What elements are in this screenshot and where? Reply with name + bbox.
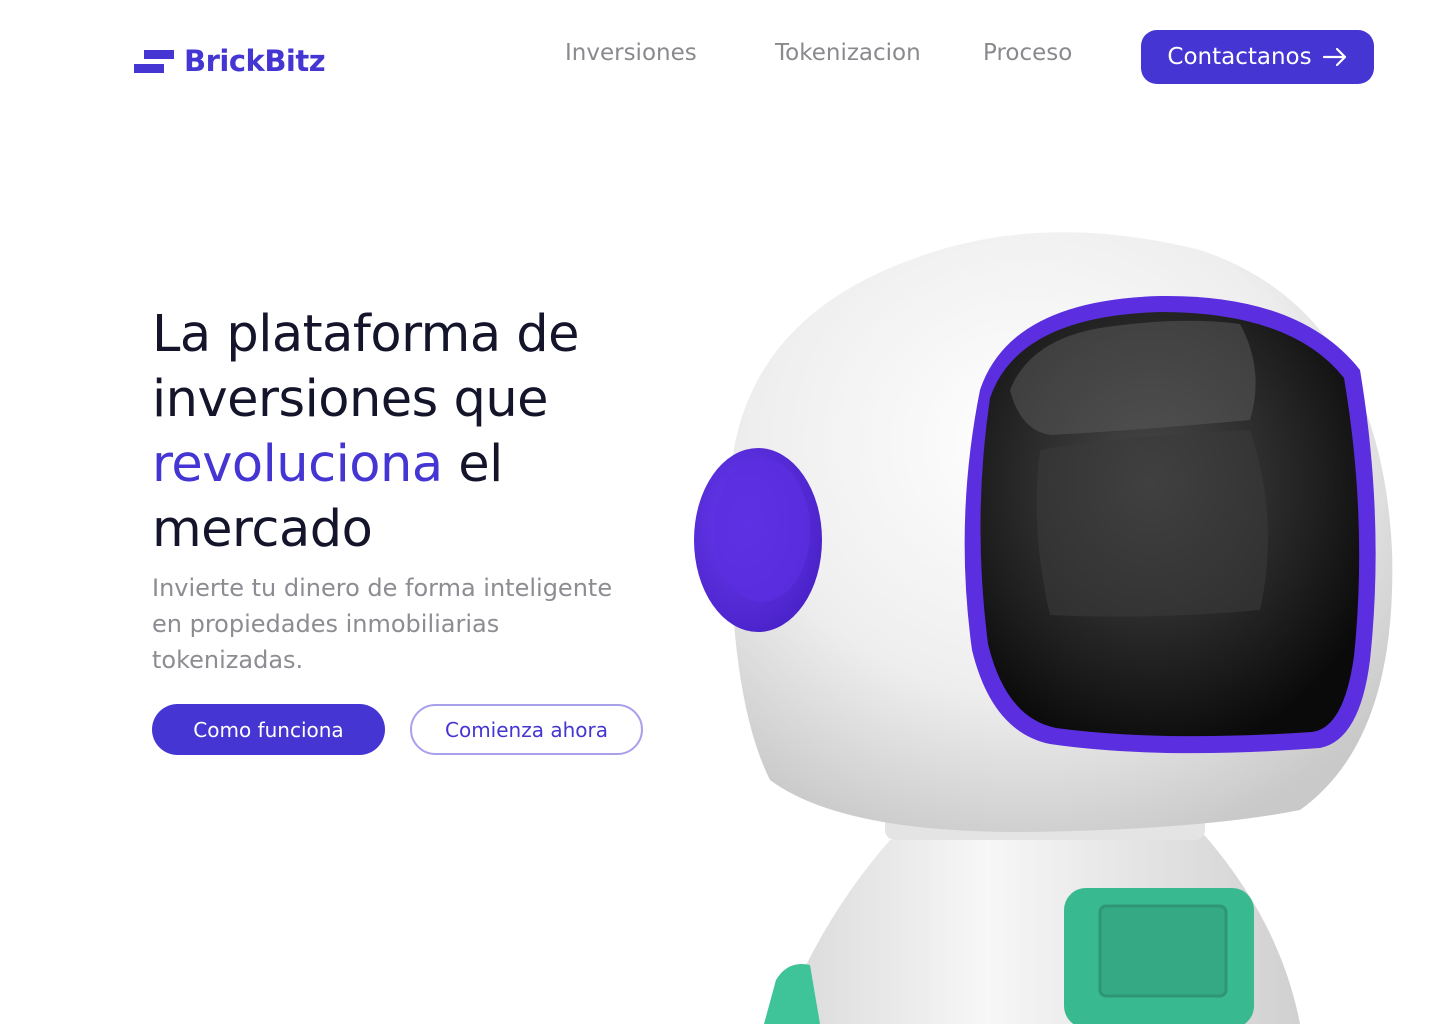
hero-title-line1: La plataforma de	[152, 305, 580, 364]
astronaut-robot-illustration	[694, 232, 1393, 1024]
hero-title-line2: inversiones que	[152, 370, 549, 429]
hero-title-accent: revoluciona	[152, 435, 443, 494]
hero-subtitle: Invierte tu dinero de forma inteligente …	[152, 574, 613, 674]
start-now-button[interactable]: Comienza ahora	[410, 704, 643, 755]
landing-page: BrickBitz Inversiones Tokenizacion Proce…	[0, 0, 1440, 1024]
nav-item-tokenizacion[interactable]: Tokenizacion	[775, 40, 921, 66]
nav-item-proceso[interactable]: Proceso	[983, 40, 1072, 66]
contact-button-label: Contactanos	[1167, 44, 1312, 70]
contact-button[interactable]: Contactanos	[1141, 30, 1374, 84]
hero-title: La plataforma de inversiones que revoluc…	[152, 302, 692, 562]
hero-title-line4: mercado	[152, 500, 373, 559]
hero-title-after-accent: el	[442, 435, 503, 494]
how-it-works-button[interactable]: Como funciona	[152, 704, 385, 755]
nav-item-inversiones[interactable]: Inversiones	[565, 40, 697, 66]
arrow-right-icon	[1322, 47, 1346, 67]
